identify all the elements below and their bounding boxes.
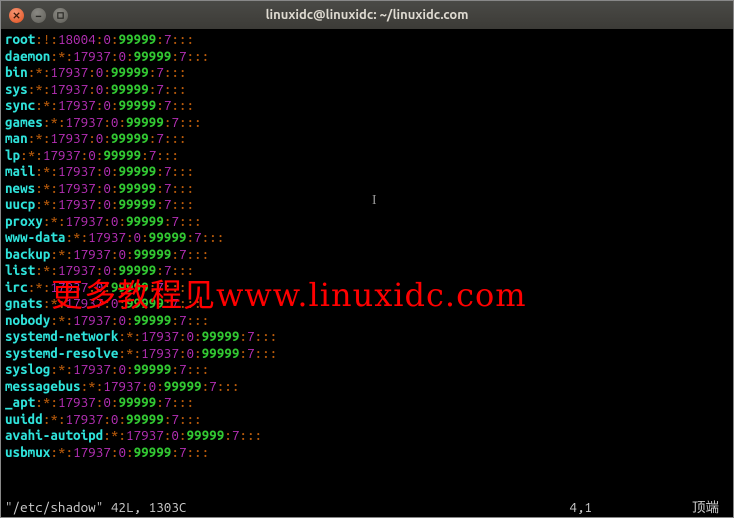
- shadow-line: avahi-autoipd:*:17937:0:99999:7:::: [5, 427, 729, 444]
- shadow-line: proxy:*:17937:0:99999:7:::: [5, 213, 729, 230]
- shadow-line: _apt:*:17937:0:99999:7:::: [5, 394, 729, 411]
- shadow-line: sys:*:17937:0:99999:7:::: [5, 81, 729, 98]
- shadow-line: lp:*:17937:0:99999:7:::: [5, 147, 729, 164]
- close-icon: [12, 11, 21, 20]
- shadow-line: bin:*:17937:0:99999:7:::: [5, 64, 729, 81]
- shadow-line: systemd-network:*:17937:0:99999:7:::: [5, 328, 729, 345]
- shadow-line: usbmux:*:17937:0:99999:7:::: [5, 444, 729, 461]
- status-file-info: "/etc/shadow" 42L, 1303C: [5, 499, 186, 516]
- shadow-line: daemon:*:17937:0:99999:7:::: [5, 48, 729, 65]
- minimize-button[interactable]: [31, 8, 46, 23]
- shadow-line: games:*:17937:0:99999:7:::: [5, 114, 729, 131]
- titlebar: linuxidc@linuxidc: ~/linuxidc.com: [1, 1, 733, 29]
- shadow-line: list:*:17937:0:99999:7:::: [5, 262, 729, 279]
- close-button[interactable]: [9, 8, 24, 23]
- shadow-line: messagebus:*:17937:0:99999:7:::: [5, 378, 729, 395]
- shadow-line: gnats:*:17937:0:99999:7:::: [5, 295, 729, 312]
- shadow-line: news:*:17937:0:99999:7:::: [5, 180, 729, 197]
- shadow-line: uucp:*:17937:0:99999:7:::: [5, 196, 729, 213]
- shadow-line: www-data:*:17937:0:99999:7:::: [5, 229, 729, 246]
- maximize-button[interactable]: [53, 8, 68, 23]
- shadow-line: sync:*:17937:0:99999:7:::: [5, 97, 729, 114]
- shadow-line: syslog:*:17937:0:99999:7:::: [5, 361, 729, 378]
- shadow-line: irc:*:17937:0:99999:7:::: [5, 279, 729, 296]
- shadow-line: systemd-resolve:*:17937:0:99999:7:::: [5, 345, 729, 362]
- window-title: linuxidc@linuxidc: ~/linuxidc.com: [1, 8, 733, 22]
- status-cursor-position: 4,1: [569, 499, 692, 516]
- shadow-line: mail:*:17937:0:99999:7:::: [5, 163, 729, 180]
- minimize-icon: [34, 11, 43, 20]
- shadow-line: nobody:*:17937:0:99999:7:::: [5, 312, 729, 329]
- vim-status-bar: "/etc/shadow" 42L, 1303C 4,1 顶端: [5, 499, 729, 516]
- shadow-line: backup:*:17937:0:99999:7:::: [5, 246, 729, 263]
- terminal-area[interactable]: root:!:18004:0:99999:7:::daemon:*:17937:…: [1, 29, 733, 517]
- terminal-content: root:!:18004:0:99999:7:::daemon:*:17937:…: [5, 31, 729, 460]
- maximize-icon: [56, 11, 65, 20]
- shadow-line: man:*:17937:0:99999:7:::: [5, 130, 729, 147]
- window-controls: [9, 8, 68, 23]
- shadow-line: uuidd:*:17937:0:99999:7:::: [5, 411, 729, 428]
- shadow-line: root:!:18004:0:99999:7:::: [5, 31, 729, 48]
- status-scroll-position: 顶端: [692, 499, 729, 516]
